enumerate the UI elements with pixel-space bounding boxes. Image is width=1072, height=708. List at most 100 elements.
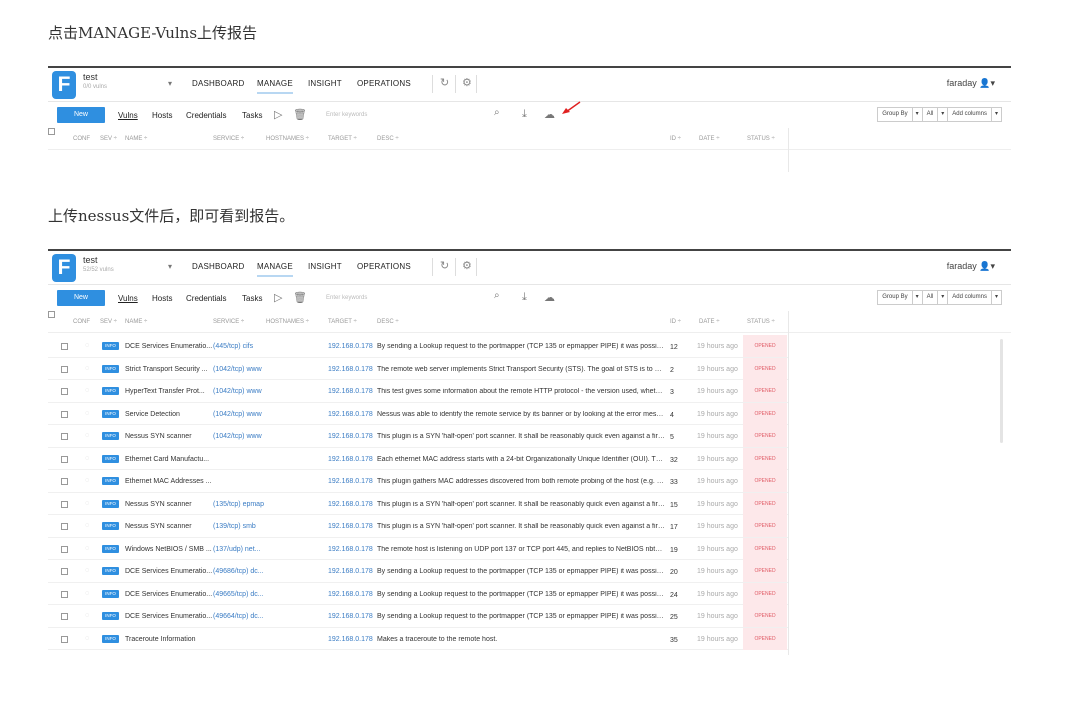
vuln-target-link[interactable]: 192.168.0.178 <box>328 433 373 440</box>
add-columns-dropdown[interactable]: ▾ <box>990 290 1002 305</box>
nav-manage[interactable]: MANAGE <box>257 262 293 277</box>
col-sev[interactable]: SEV ÷ <box>100 136 117 142</box>
vuln-name[interactable]: DCE Services Enumeratio... <box>125 568 212 575</box>
row-checkbox[interactable] <box>61 590 68 598</box>
col-status[interactable]: STATUS ÷ <box>747 136 775 142</box>
vuln-name[interactable]: DCE Services Enumeratio... <box>125 591 212 598</box>
row-checkbox[interactable] <box>61 343 68 350</box>
status-badge[interactable]: OPENED <box>743 605 787 627</box>
vuln-service-link[interactable]: (1042/tcp) www <box>213 411 262 418</box>
tab-tasks[interactable]: Tasks <box>242 294 262 303</box>
confirm-icon[interactable]: ◌ <box>85 342 89 349</box>
play-icon[interactable]: ▷ <box>274 291 282 304</box>
row-checkbox[interactable] <box>61 613 68 620</box>
vuln-target-link[interactable]: 192.168.0.178 <box>328 591 373 598</box>
new-vuln-button[interactable]: New <box>57 290 105 306</box>
table-row[interactable]: ◌ INFO Ethernet MAC Addresses ... 192.168.0… <box>48 470 788 493</box>
col-id[interactable]: ID ÷ <box>670 319 681 325</box>
gear-icon[interactable]: ⚙ <box>462 76 472 89</box>
row-checkbox[interactable] <box>61 410 68 418</box>
vuln-target-link[interactable]: 192.168.0.178 <box>328 478 373 485</box>
tab-hosts[interactable]: Hosts <box>152 294 172 303</box>
row-checkbox[interactable] <box>61 455 68 463</box>
row-checkbox[interactable] <box>61 433 68 440</box>
add-columns-button[interactable]: Add columns <box>947 290 992 305</box>
status-badge[interactable]: OPENED <box>743 447 787 470</box>
confirm-icon[interactable]: ◌ <box>85 410 89 417</box>
confirm-icon[interactable]: ◌ <box>85 500 89 507</box>
nav-operations[interactable]: OPERATIONS <box>357 262 411 271</box>
col-service[interactable]: SERVICE ÷ <box>213 319 244 325</box>
vuln-service-link[interactable]: (1042/tcp) www <box>213 388 262 395</box>
status-badge[interactable]: OPENED <box>743 560 787 582</box>
col-conf[interactable]: CONF <box>73 136 90 142</box>
col-id[interactable]: ID ÷ <box>670 136 681 142</box>
status-badge[interactable]: OPENED <box>743 425 787 447</box>
col-service[interactable]: SERVICE ÷ <box>213 136 244 142</box>
tab-credentials[interactable]: Credentials <box>186 294 226 303</box>
col-status[interactable]: STATUS ÷ <box>747 319 775 325</box>
status-badge[interactable]: OPENED <box>743 627 787 650</box>
vuln-name[interactable]: DCE Services Enumeratio... <box>125 613 212 620</box>
table-row[interactable]: ◌ INFO Nessus SYN scanner (139/tcp) smb 192.… <box>48 515 788 538</box>
download-icon[interactable]: ⤓ <box>522 291 527 304</box>
vuln-service-link[interactable]: (135/tcp) epmap <box>213 501 264 508</box>
col-conf[interactable]: CONF <box>73 319 90 325</box>
search-icon[interactable]: ⌕ <box>494 107 500 118</box>
status-badge[interactable]: OPENED <box>743 582 787 605</box>
new-vuln-button[interactable]: New <box>57 107 105 123</box>
vuln-target-link[interactable]: 192.168.0.178 <box>328 343 373 350</box>
vuln-target-link[interactable]: 192.168.0.178 <box>328 456 373 463</box>
col-date[interactable]: DATE ÷ <box>699 319 720 325</box>
tab-hosts[interactable]: Hosts <box>152 111 172 120</box>
nav-dashboard[interactable]: DASHBOARD <box>192 79 244 88</box>
refresh-icon[interactable]: ↻ <box>440 76 449 89</box>
confirm-icon[interactable]: ◌ <box>85 567 89 574</box>
gear-icon[interactable]: ⚙ <box>462 259 472 272</box>
vuln-name[interactable]: DCE Services Enumeratio... <box>125 343 212 350</box>
vuln-target-link[interactable]: 192.168.0.178 <box>328 636 373 643</box>
upload-cloud-icon[interactable]: ☁ <box>544 108 555 121</box>
confirm-icon[interactable]: ◌ <box>85 522 89 529</box>
table-row[interactable]: ◌ INFO DCE Services Enumeratio... (445/tcp)… <box>48 335 788 358</box>
row-checkbox[interactable] <box>61 568 68 575</box>
user-menu[interactable]: faraday 👤▾ <box>947 78 995 89</box>
nav-insight[interactable]: INSIGHT <box>308 79 342 88</box>
group-by-button[interactable]: Group By <box>877 290 913 305</box>
group-by-button[interactable]: Group By <box>877 107 913 122</box>
refresh-icon[interactable]: ↻ <box>440 259 449 272</box>
nav-dashboard[interactable]: DASHBOARD <box>192 262 244 271</box>
col-hostnames[interactable]: HOSTNAMES ÷ <box>266 319 309 325</box>
confirm-icon[interactable]: ◌ <box>85 432 89 439</box>
nav-insight[interactable]: INSIGHT <box>308 262 342 271</box>
status-badge[interactable]: OPENED <box>743 537 787 560</box>
table-row[interactable]: ◌ INFO Service Detection (1042/tcp) www 192.… <box>48 402 788 425</box>
status-badge[interactable]: OPENED <box>743 492 787 515</box>
table-row[interactable]: ◌ INFO Ethernet Card Manufactu... 192.168.0… <box>48 447 788 470</box>
search-input[interactable]: Enter keywords <box>320 290 504 306</box>
select-all-checkbox[interactable] <box>48 311 55 318</box>
faraday-logo[interactable]: F <box>52 254 76 282</box>
vuln-name[interactable]: Ethernet MAC Addresses ... <box>125 478 211 485</box>
col-name[interactable]: NAME ÷ <box>125 136 147 142</box>
play-icon[interactable]: ▷ <box>274 108 282 121</box>
add-columns-button[interactable]: Add columns <box>947 107 992 122</box>
vuln-name[interactable]: Windows NetBIOS / SMB ... <box>125 546 212 553</box>
status-badge[interactable]: OPENED <box>743 470 787 492</box>
vuln-name[interactable]: Traceroute Information <box>125 636 196 643</box>
vuln-target-link[interactable]: 192.168.0.178 <box>328 411 373 418</box>
col-name[interactable]: NAME ÷ <box>125 319 147 325</box>
table-row[interactable]: ◌ INFO DCE Services Enumeratio... (49664/tc… <box>48 605 788 628</box>
user-menu[interactable]: faraday 👤▾ <box>947 261 995 272</box>
workspace-name[interactable]: test <box>83 72 98 82</box>
vuln-target-link[interactable]: 192.168.0.178 <box>328 388 373 395</box>
table-row[interactable]: ◌ INFO DCE Services Enumeratio... (49686/tc… <box>48 560 788 583</box>
vuln-name[interactable]: Ethernet Card Manufactu... <box>125 456 209 463</box>
add-columns-dropdown[interactable]: ▾ <box>990 107 1002 122</box>
vuln-name[interactable]: Strict Transport Security ... <box>125 366 207 373</box>
vuln-service-link[interactable]: (49664/tcp) dc... <box>213 613 264 620</box>
row-checkbox[interactable] <box>61 478 68 485</box>
workspace-chevron-down-icon[interactable]: ▾ <box>168 262 172 271</box>
confirm-icon[interactable]: ◌ <box>85 612 89 619</box>
table-row[interactable]: ◌ INFO Traceroute Information 192.168.0.178… <box>48 627 788 650</box>
